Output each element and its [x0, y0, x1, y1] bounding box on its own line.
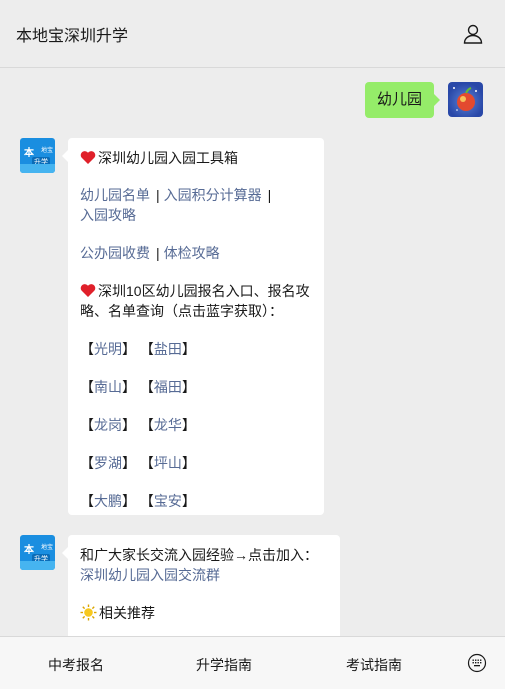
link-district-nanshan[interactable]: 南山: [94, 379, 122, 395]
districts-intro-line: 深圳10区幼儿园报名入口、报名攻略、名单查询（点击蓝字获取）：: [80, 281, 312, 321]
link-district-futian[interactable]: 福田: [154, 379, 182, 395]
district-row: 【光明】 【盐田】: [80, 341, 196, 357]
keyboard-icon[interactable]: [467, 653, 487, 673]
link-district-baoan[interactable]: 宝安: [154, 493, 182, 509]
bottom-menu-bar: 中考报名 升学指南 考试指南: [0, 636, 505, 689]
link-district-pingshan[interactable]: 坪山: [154, 455, 182, 471]
link-admission-guide[interactable]: 入园攻略: [80, 207, 136, 223]
user-message: 幼儿园: [364, 82, 483, 118]
user-message-bubble[interactable]: 幼儿园: [364, 82, 441, 118]
tab-exam[interactable]: 考试指南: [346, 655, 402, 675]
recommend-line: 相关推荐: [80, 603, 328, 623]
bot-message-toolbox: 深圳幼儿园入园工具箱 幼儿园名单 | 入园积分计算器 | 入园攻略 公办园收费 | 体检攻…: [62, 138, 324, 515]
toolbox-title-line: 深圳幼儿园入园工具箱: [80, 148, 312, 168]
districts-intro: 深圳10区幼儿园报名入口、报名攻略、名单查询（点击蓝字获取）：: [80, 283, 310, 319]
user-profile-icon[interactable]: [461, 22, 485, 46]
district-row: 【大鹏】 【宝安】: [80, 493, 196, 509]
tab-zhongkao[interactable]: 中考报名: [48, 655, 104, 675]
bot-message-community: 和广大家长交流入园经验→点击加入： 深圳幼儿园入园交流群 相关推荐: [62, 535, 340, 636]
link-points-calculator[interactable]: 入园积分计算器: [164, 187, 262, 203]
chat-title: 本地宝深圳升学: [16, 28, 129, 45]
link-district-yantian[interactable]: 盐田: [154, 341, 182, 357]
link-checkup-guide[interactable]: 体检攻略: [164, 245, 220, 261]
link-district-guangming[interactable]: 光明: [94, 341, 122, 357]
recommend-label: 相关推荐: [99, 605, 155, 621]
tab-guide[interactable]: 升学指南: [196, 655, 252, 675]
chat-header: 本地宝深圳升学: [0, 0, 505, 68]
community-text: 和广大家长交流入园经验→点击加入：: [80, 547, 318, 563]
link-district-dapeng[interactable]: 大鹏: [94, 493, 122, 509]
link-public-fees[interactable]: 公办园收费: [80, 245, 150, 261]
link-community-group[interactable]: 深圳幼儿园入园交流群: [80, 567, 220, 583]
toolbox-title: 深圳幼儿园入园工具箱: [98, 150, 238, 166]
district-row: 【罗湖】 【坪山】: [80, 455, 196, 471]
link-district-luohu[interactable]: 罗湖: [94, 455, 122, 471]
heart-icon: [80, 151, 96, 164]
apple-avatar-icon: [453, 87, 477, 111]
bot-avatar[interactable]: 本 地宝 升学: [20, 535, 55, 570]
district-row: 【南山】 【福田】: [80, 379, 196, 395]
user-avatar[interactable]: [448, 82, 483, 117]
heart-icon: [80, 284, 96, 297]
sun-icon: [80, 604, 97, 621]
bot-avatar[interactable]: 本 地宝 升学: [20, 138, 55, 173]
link-district-longgang[interactable]: 龙岗: [94, 417, 122, 433]
link-district-longhua[interactable]: 龙华: [154, 417, 182, 433]
link-kindergarten-list[interactable]: 幼儿园名单: [80, 187, 150, 203]
district-row: 【龙岗】 【龙华】: [80, 417, 196, 433]
